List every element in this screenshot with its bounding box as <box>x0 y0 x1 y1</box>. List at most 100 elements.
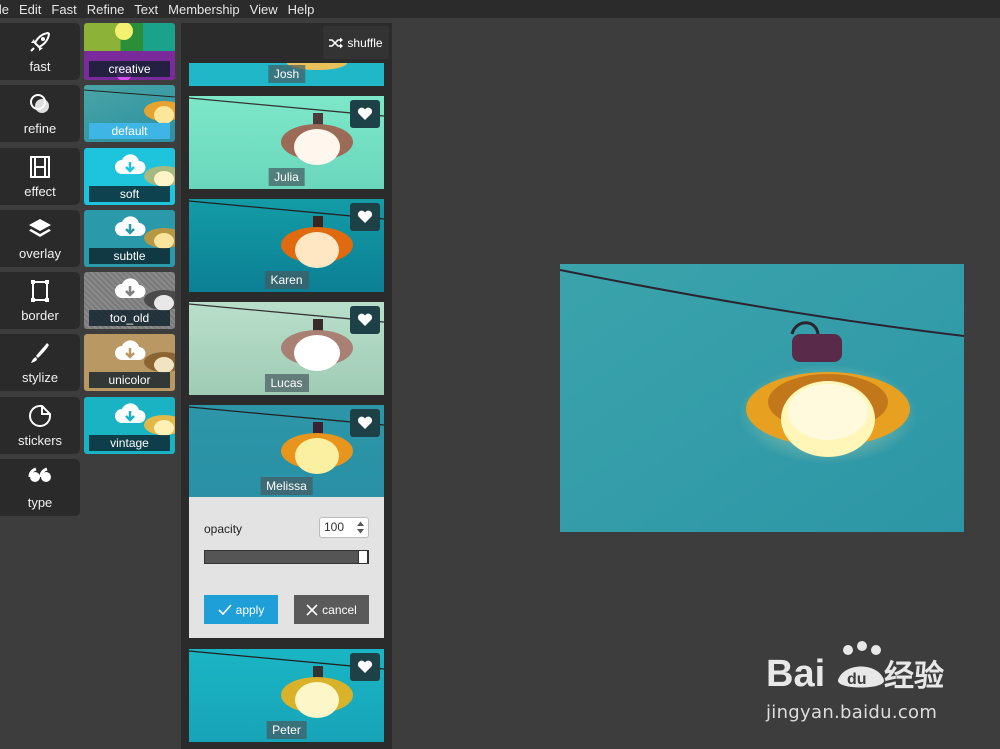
spinner-arrows-icon[interactable] <box>357 521 364 534</box>
heart-icon <box>357 416 373 429</box>
cloud-download-icon <box>115 340 146 361</box>
svg-text:Bai: Bai <box>766 653 825 695</box>
tool-stylize[interactable]: stylize <box>0 334 80 392</box>
filter-name: Julia <box>268 168 305 186</box>
filter-name: Melissa <box>260 477 313 495</box>
effect-label: default <box>89 123 170 140</box>
close-icon <box>306 603 318 616</box>
shuffle-icon <box>329 37 344 48</box>
filter-josh[interactable]: Josh <box>189 63 384 86</box>
effect-unicolor[interactable]: unicolor <box>84 334 175 392</box>
effect-label: soft <box>89 185 170 202</box>
effect-subtle[interactable]: subtle <box>84 209 175 267</box>
effect-too-old[interactable]: too_old <box>84 272 175 330</box>
tool-stickers-label: stickers <box>17 432 63 448</box>
watermark-url: jingyan.baidu.com <box>766 702 938 723</box>
menu-text[interactable]: Text <box>134 2 158 17</box>
tool-stickers[interactable]: stickers <box>0 396 80 454</box>
image-canvas[interactable] <box>560 264 964 532</box>
baidu-logo: Bai du 经验 <box>766 641 944 695</box>
opacity-label: opacity <box>204 522 243 536</box>
effect-label: vintage <box>89 434 170 451</box>
rocket-icon <box>30 31 51 52</box>
filter-julia[interactable]: Julia <box>189 96 384 189</box>
circles-icon <box>30 94 49 114</box>
tool-overlay[interactable]: overlay <box>0 209 80 267</box>
tool-effect[interactable]: effect <box>0 147 80 205</box>
menu-file[interactable]: ile <box>0 2 9 17</box>
tool-border-label: border <box>21 308 59 324</box>
filter-melissa[interactable]: Melissa <box>189 405 384 498</box>
menu-membership[interactable]: Membership <box>168 2 240 17</box>
apply-label: apply <box>235 602 265 617</box>
heart-icon <box>357 107 373 120</box>
effect-list: creative default soft subtle too_old uni… <box>84 23 175 459</box>
menu-edit[interactable]: Edit <box>19 2 41 17</box>
cloud-download-icon <box>115 154 146 174</box>
baidu-watermark: Bai du 经验 jingyan.baidu.com <box>766 640 966 730</box>
tool-type[interactable]: type <box>0 459 80 517</box>
tool-fast-label: fast <box>29 59 51 74</box>
shuffle-label: shuffle <box>347 35 383 50</box>
edited-photo <box>560 264 964 532</box>
tool-refine[interactable]: refine <box>0 85 80 143</box>
effect-creative[interactable]: creative <box>84 23 175 80</box>
favorite-button[interactable] <box>350 653 380 681</box>
filter-name: Karen <box>264 271 309 289</box>
favorite-button[interactable] <box>350 306 380 334</box>
cloud-download-icon <box>115 278 146 299</box>
cloud-download-icon <box>115 403 146 423</box>
menu-view[interactable]: View <box>250 2 278 17</box>
quote-icon <box>28 467 51 483</box>
tool-sidebar: fast refine effect overlay border styliz… <box>0 23 80 521</box>
tool-refine-label: refine <box>23 121 57 137</box>
apply-button[interactable]: apply <box>204 595 278 624</box>
filter-name: Josh <box>267 65 306 83</box>
favorite-button[interactable] <box>350 100 380 128</box>
filter-peter[interactable]: Peter <box>189 649 384 742</box>
tool-effect-label: effect <box>24 183 56 199</box>
filter-panel: shuffle Josh Julia Karen Lucas Melissa o… <box>181 23 392 749</box>
filter-karen[interactable]: Karen <box>189 199 384 292</box>
brush-icon <box>31 343 49 364</box>
effect-vintage[interactable]: vintage <box>84 396 175 454</box>
opacity-slider[interactable] <box>204 550 369 564</box>
menu-bar: ile Edit Fast Refine Text Membership Vie… <box>0 0 1000 18</box>
effect-label: too_old <box>89 310 170 327</box>
menu-fast[interactable]: Fast <box>51 2 76 17</box>
check-icon <box>218 603 232 615</box>
filter-lucas[interactable]: Lucas <box>189 302 384 395</box>
effect-label: creative <box>89 61 170 77</box>
effect-label: unicolor <box>89 372 170 389</box>
opacity-value: 100 <box>324 520 345 534</box>
sticker-icon <box>29 404 51 427</box>
tool-stylize-label: stylize <box>21 370 59 386</box>
effect-default[interactable]: default <box>84 85 175 143</box>
layers-icon <box>29 218 51 237</box>
favorite-button[interactable] <box>350 203 380 231</box>
tool-border[interactable]: border <box>0 272 80 330</box>
svg-text:经验: 经验 <box>884 659 944 694</box>
tool-overlay-label: overlay <box>19 245 61 261</box>
cloud-download-icon <box>115 216 146 236</box>
heart-icon <box>357 313 373 326</box>
opacity-stepper[interactable]: 100 <box>319 517 369 538</box>
frame-icon <box>31 280 49 303</box>
cancel-button[interactable]: cancel <box>294 595 369 624</box>
menu-help[interactable]: Help <box>288 2 315 17</box>
cancel-label: cancel <box>322 602 357 617</box>
opacity-panel: opacity 100 apply cancel <box>189 497 384 638</box>
slider-thumb[interactable] <box>358 550 368 564</box>
film-icon <box>30 155 50 178</box>
favorite-button[interactable] <box>350 409 380 437</box>
tool-type-label: type <box>27 495 53 511</box>
effect-label: subtle <box>89 247 170 264</box>
tool-fast[interactable]: fast <box>0 23 80 80</box>
filter-name: Lucas <box>264 374 309 392</box>
shuffle-button[interactable]: shuffle <box>323 26 389 59</box>
effect-soft[interactable]: soft <box>84 147 175 205</box>
filter-name: Peter <box>266 721 307 739</box>
heart-icon <box>357 210 373 223</box>
menu-refine[interactable]: Refine <box>87 2 125 17</box>
svg-text:du: du <box>847 671 867 688</box>
